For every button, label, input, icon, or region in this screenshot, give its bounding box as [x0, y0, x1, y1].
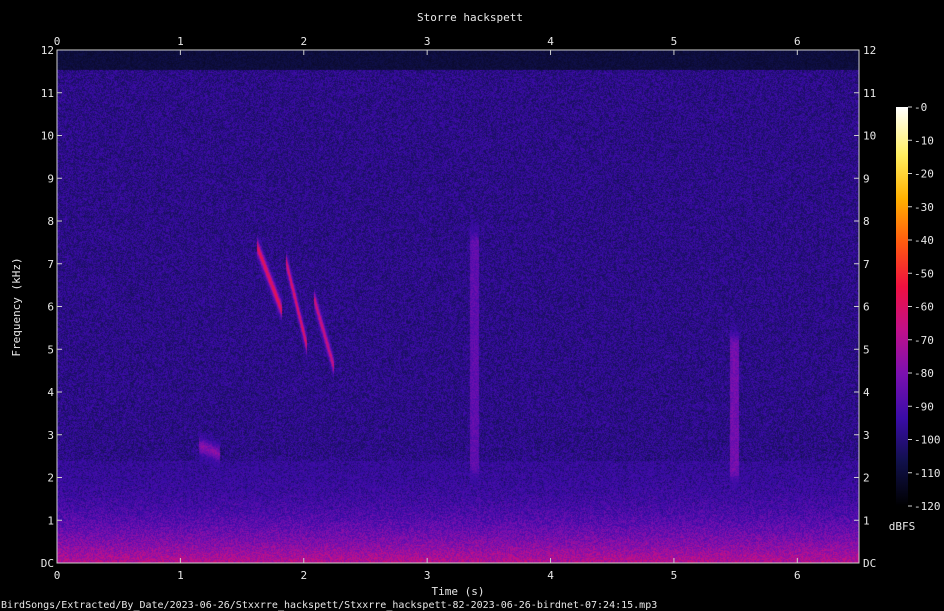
chart-title: Storre hackspett	[417, 11, 523, 24]
x-tick-label-bottom-6: 6	[794, 569, 801, 582]
x-tick-label-bottom-2: 2	[300, 569, 307, 582]
y-tick-label-left-5: 5	[47, 343, 54, 356]
colorbar-tick-label-6: -60	[914, 301, 934, 314]
y-tick-label-left-6: 6	[47, 301, 54, 314]
colorbar-tick-label-4: -40	[914, 234, 934, 247]
x-axis-label: Time (s)	[432, 585, 485, 598]
y-tick-label-right-12: 12	[863, 44, 876, 57]
x-tick-label-bottom-0: 0	[54, 569, 61, 582]
colorbar-tick-label-9: -90	[914, 400, 934, 413]
x-tick-label-top-2: 2	[300, 35, 307, 48]
y-tick-label-right-0: DC	[863, 557, 876, 570]
y-tick-label-right-8: 8	[863, 215, 870, 228]
x-tick-label-top-5: 5	[671, 35, 678, 48]
y-tick-label-left-2: 2	[47, 472, 54, 485]
y-tick-label-left-4: 4	[47, 386, 54, 399]
y-tick-label-left-3: 3	[47, 429, 54, 442]
y-tick-label-left-1: 1	[47, 514, 54, 527]
colorbar-tick-label-1: -10	[914, 134, 934, 147]
colorbar-tick-label-12: -120	[914, 500, 941, 513]
y-axis-label: Frequency (kHz)	[10, 257, 23, 356]
y-tick-label-right-10: 10	[863, 130, 876, 143]
colorbar-tick-label-3: -30	[914, 201, 934, 214]
plot-frame	[56, 49, 860, 564]
colorbar-tick-label-11: -110	[914, 467, 941, 480]
y-tick-label-right-9: 9	[863, 172, 870, 185]
y-tick-label-left-10: 10	[41, 130, 54, 143]
x-tick-label-top-1: 1	[177, 35, 184, 48]
y-tick-label-right-11: 11	[863, 87, 876, 100]
y-tick-label-right-3: 3	[863, 429, 870, 442]
colorbar-tick-label-5: -50	[914, 267, 934, 280]
y-tick-label-right-1: 1	[863, 514, 870, 527]
x-tick-label-top-6: 6	[794, 35, 801, 48]
colorbar-tick-label-8: -80	[914, 367, 934, 380]
y-tick-label-left-7: 7	[47, 258, 54, 271]
spectrogram-chart: Storre hackspett Time (s) Frequency (kHz…	[1, 11, 941, 611]
y-tick-label-left-8: 8	[47, 215, 54, 228]
x-tick-label-bottom-1: 1	[177, 569, 184, 582]
y-tick-label-left-0: DC	[41, 557, 54, 570]
y-tick-label-left-12: 12	[41, 44, 54, 57]
x-tick-label-top-0: 0	[54, 35, 61, 48]
colorbar-label: dBFS	[889, 520, 916, 533]
colorbar-tick-label-2: -20	[914, 168, 934, 181]
axis-ticks: 00112233445566DC DC1 12 23 34 45 56 67 78 89 910 10…	[41, 35, 877, 582]
x-tick-label-top-3: 3	[424, 35, 431, 48]
colorbar-tick-label-0: -0	[914, 101, 927, 114]
y-tick-label-right-5: 5	[863, 343, 870, 356]
colorbar-ticks: -0 -10 -20 -30 -40 -50 -60 -70 -80 -90 -100 -110 -12…	[908, 101, 941, 513]
y-tick-label-right-4: 4	[863, 386, 870, 399]
y-tick-label-left-9: 9	[47, 172, 54, 185]
colorbar-tick-label-7: -70	[914, 334, 934, 347]
footer-filepath: BirdSongs/Extracted/By_Date/2023-06-26/S…	[1, 600, 657, 611]
x-tick-label-top-4: 4	[547, 35, 554, 48]
y-tick-label-right-2: 2	[863, 472, 870, 485]
y-tick-label-right-6: 6	[863, 301, 870, 314]
x-tick-label-bottom-3: 3	[424, 569, 431, 582]
y-tick-label-right-7: 7	[863, 258, 870, 271]
colorbar	[896, 107, 908, 506]
x-tick-label-bottom-4: 4	[547, 569, 554, 582]
x-tick-label-bottom-5: 5	[671, 569, 678, 582]
y-tick-label-left-11: 11	[41, 87, 54, 100]
colorbar-tick-label-10: -100	[914, 434, 941, 447]
